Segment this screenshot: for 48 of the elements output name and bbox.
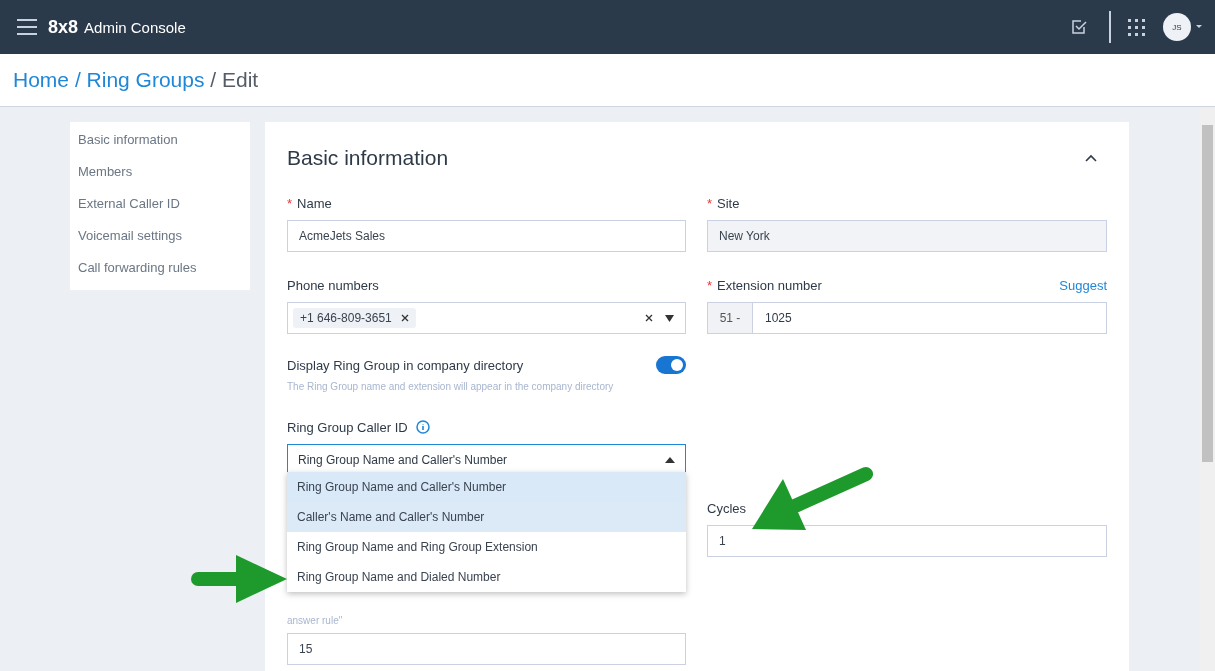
logo: 8x8 — [48, 16, 79, 38]
toggle-label: Display Ring Group in company directory — [287, 357, 524, 373]
breadcrumb-link[interactable]: Home — [13, 68, 75, 92]
clear-icon[interactable] — [645, 314, 653, 322]
user-avatar[interactable]: JS — [1163, 13, 1191, 41]
nav-item[interactable]: Call forwarding rules — [70, 252, 250, 284]
extension-value: 1025 — [764, 310, 792, 327]
info-icon[interactable] — [415, 420, 430, 434]
checklist-icon[interactable] — [1071, 19, 1087, 35]
remove-icon[interactable] — [400, 314, 409, 322]
field-label: Extension number — [717, 277, 822, 293]
menu-icon[interactable] — [16, 18, 38, 36]
dropdown-caret-icon[interactable] — [665, 457, 675, 463]
required-mark: * — [287, 195, 293, 211]
extension-prefix: 51 - — [708, 303, 753, 333]
nav-item[interactable]: Basic information — [70, 124, 250, 156]
phone-numbers-field[interactable]: +1 646-809-3651 — [287, 302, 686, 334]
field-label: Name — [297, 195, 332, 211]
dropdown-option[interactable]: Caller's Name and Caller's Number — [287, 502, 686, 532]
dropdown-option[interactable]: Ring Group Name and Ring Group Extension — [287, 532, 686, 562]
field-label: Cycles — [707, 500, 746, 516]
hint-text: answer rule" — [287, 615, 344, 626]
dropdown-option[interactable]: Ring Group Name and Dialed Number — [287, 562, 686, 592]
dropdown-caret-icon[interactable] — [665, 314, 674, 322]
nav-item[interactable]: Voicemail settings — [70, 220, 250, 252]
collapse-icon[interactable] — [1085, 154, 1097, 162]
ring-time-field[interactable]: 15 — [287, 633, 686, 665]
dropdown-option[interactable]: Ring Group Name and Caller's Number — [287, 472, 686, 502]
breadcrumb-current: / Edit — [210, 68, 259, 92]
cycles-field[interactable]: 1 — [707, 525, 1107, 557]
apps-grid-icon[interactable] — [1127, 18, 1145, 36]
directory-toggle[interactable] — [656, 356, 686, 374]
name-field[interactable]: AcmeJets Sales — [287, 220, 686, 252]
extension-field[interactable]: 51 - 1025 — [707, 302, 1107, 334]
phone-number-text: +1 646-809-3651 — [300, 311, 392, 325]
field-label: Ring Group Caller ID — [287, 419, 408, 435]
app-title: Admin Console — [84, 18, 186, 36]
required-mark: * — [707, 195, 713, 211]
nav-item[interactable]: External Caller ID — [70, 188, 250, 220]
suggest-link[interactable]: Suggest — [1059, 277, 1107, 293]
section-title: Basic information — [287, 146, 449, 170]
field-label: Phone numbers — [287, 277, 379, 293]
scrollbar[interactable] — [1200, 108, 1215, 671]
required-mark: * — [707, 277, 713, 293]
field-label: Site — [717, 195, 740, 211]
breadcrumb-link[interactable]: / Ring Groups — [74, 68, 211, 92]
nav-item[interactable]: Members — [70, 156, 250, 188]
hint-text: The Ring Group name and extension will appear in the company directory — [287, 381, 615, 392]
